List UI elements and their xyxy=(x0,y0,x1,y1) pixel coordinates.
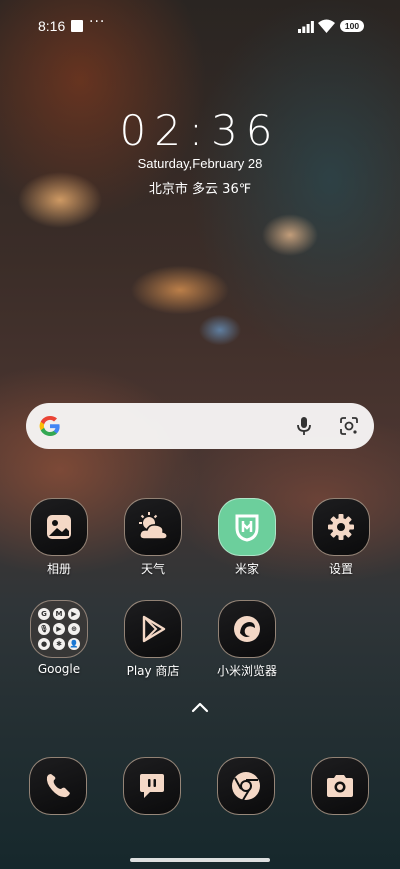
dock-messages[interactable] xyxy=(123,757,181,815)
folder-item-assistant-icon: 🎙 xyxy=(38,623,50,635)
folder-item-google-icon: G xyxy=(38,608,50,620)
app-folder-google[interactable]: G M ▶ 🎙 ▶ ⊕ ● ✱ 👤 Google xyxy=(19,600,99,676)
status-time: 8:16 xyxy=(38,18,66,34)
app-label: 米家 xyxy=(234,562,259,576)
app-weather[interactable]: 天气 xyxy=(113,498,193,577)
app-settings[interactable]: 设置 xyxy=(301,498,381,577)
folder-item-youtube-icon: ▶ xyxy=(68,608,80,620)
gallery-icon xyxy=(30,498,88,556)
app-label: 相册 xyxy=(46,562,71,576)
home-indicator[interactable] xyxy=(130,858,270,862)
app-label: 设置 xyxy=(328,562,353,576)
app-gallery[interactable]: 相册 xyxy=(19,498,99,577)
notification-square-icon xyxy=(71,20,83,32)
app-mi-browser[interactable]: 小米浏览器 xyxy=(207,600,287,679)
folder-item-meet-icon: ● xyxy=(38,638,50,650)
mijia-icon xyxy=(218,498,276,556)
battery-icon: 100 xyxy=(340,20,364,32)
play-store-icon xyxy=(124,600,182,658)
app-label: Google xyxy=(37,662,81,676)
weather-text[interactable]: 北京市 多云 36℉ xyxy=(0,178,400,197)
folder-item-ytmusic-icon: ▶ xyxy=(53,623,65,635)
google-lens-icon[interactable] xyxy=(338,415,360,437)
app-label: Play 商店 xyxy=(126,664,180,678)
chrome-icon xyxy=(232,772,260,801)
folder-icon: G M ▶ 🎙 ▶ ⊕ ● ✱ 👤 xyxy=(30,600,88,658)
browser-icon xyxy=(218,600,276,658)
message-icon xyxy=(140,774,164,798)
chevron-up-icon[interactable] xyxy=(190,701,210,713)
folder-item-gmail-icon: M xyxy=(53,608,65,620)
weather-icon xyxy=(124,498,182,556)
folder-item-drive-icon: ⊕ xyxy=(68,623,80,635)
signal-icon xyxy=(298,21,314,33)
camera-icon xyxy=(327,775,353,797)
folder-item-photos-icon: ✱ xyxy=(53,638,65,650)
dock-chrome[interactable] xyxy=(217,757,275,815)
dock-camera[interactable] xyxy=(311,757,369,815)
clock-time[interactable]: 02:36 xyxy=(0,106,400,155)
app-label: 天气 xyxy=(140,562,165,576)
clock-date[interactable]: Saturday,February 28 xyxy=(0,156,400,171)
app-mijia[interactable]: 米家 xyxy=(207,498,287,577)
phone-icon xyxy=(46,774,70,798)
google-search-bar[interactable] xyxy=(26,403,374,449)
app-play-store[interactable]: Play 商店 xyxy=(113,600,193,679)
mic-icon[interactable] xyxy=(293,415,315,437)
dock-phone[interactable] xyxy=(29,757,87,815)
app-label: 小米浏览器 xyxy=(216,664,277,678)
google-g-icon xyxy=(39,416,60,436)
more-notifications-icon: ··· xyxy=(89,14,106,30)
gear-icon xyxy=(312,498,370,556)
folder-item-contacts-icon: 👤 xyxy=(68,638,80,650)
wifi-icon xyxy=(318,19,335,33)
